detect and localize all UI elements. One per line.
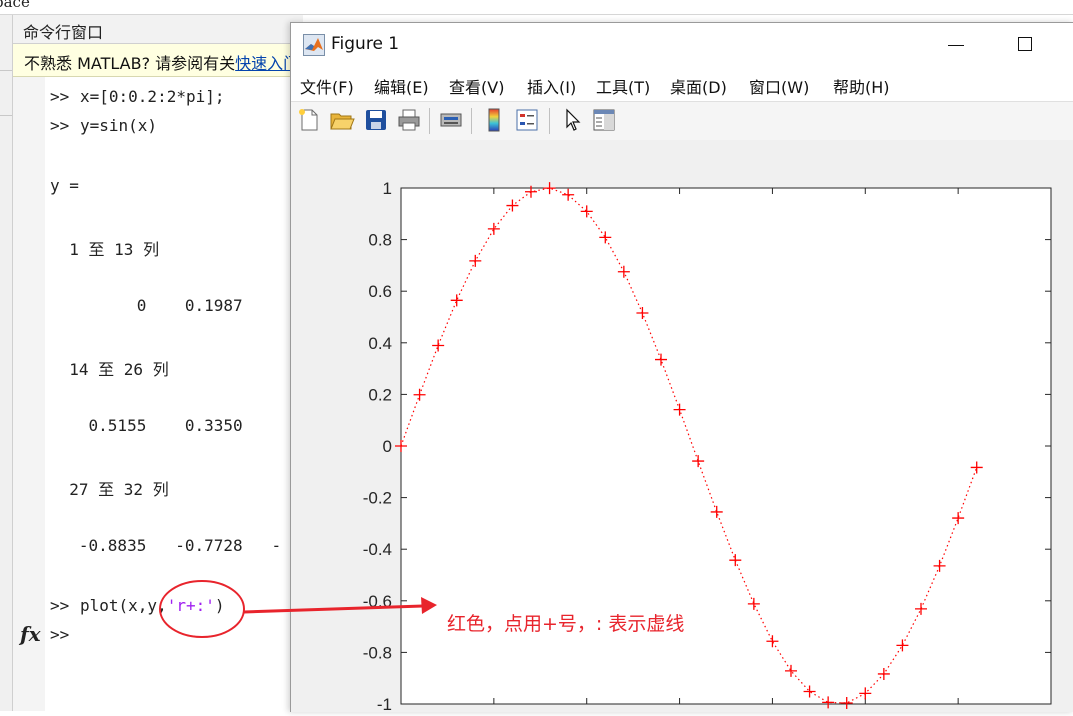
output-line: -0.8835 -0.7728 -: [50, 536, 282, 555]
line-spec-string: 'r+:': [166, 596, 215, 615]
menu-edit[interactable]: 编辑(E): [374, 74, 429, 98]
output-line: 14 至 26 列: [50, 360, 169, 379]
menu-insert[interactable]: 插入(I): [527, 74, 576, 98]
figure-title: Figure 1: [331, 34, 400, 54]
y-tick-label: 1: [383, 179, 392, 198]
menu-help[interactable]: 帮助(H): [833, 74, 890, 98]
y-tick-label: -0.2: [363, 489, 392, 508]
figure-titlebar[interactable]: Figure 1: [291, 23, 1073, 67]
workspace-label: pace: [0, 0, 30, 11]
y-tick-label: -0.4: [363, 540, 392, 559]
colorbar-icon[interactable]: [481, 107, 507, 133]
plot-command-suffix: ): [214, 596, 225, 615]
figure-toolbar: [291, 101, 1073, 141]
matlab-logo-icon: [303, 34, 325, 56]
pointer-icon[interactable]: [559, 107, 585, 133]
command-window-body[interactable]: >> x=[0:0.2:2*pi]; >> y=sin(x) y = 1 至 1…: [13, 77, 303, 711]
prompt: >>: [50, 87, 70, 106]
prompt: >>: [50, 116, 70, 135]
property-editor-icon[interactable]: [591, 107, 617, 133]
command-gutter: [13, 77, 45, 711]
open-folder-icon[interactable]: [329, 107, 355, 133]
y-tick-label: 0.2: [368, 385, 392, 404]
output-line: 1 至 13 列: [50, 240, 160, 259]
maximize-button[interactable]: [1006, 29, 1051, 61]
y-tick-label: 0.4: [368, 334, 392, 353]
command-line: x=[0:0.2:2*pi];: [80, 87, 225, 106]
y-tick-label: -0.6: [363, 592, 392, 611]
prompt[interactable]: >>: [50, 625, 69, 644]
y-tick-label: 0.8: [368, 231, 392, 250]
menu-view[interactable]: 查看(V): [449, 74, 504, 98]
function-browser-icon[interactable]: fx: [20, 622, 41, 646]
menu-window[interactable]: 窗口(W): [749, 74, 809, 98]
y-tick-label: -0.8: [363, 643, 392, 662]
y-tick-label: 0.6: [368, 282, 392, 301]
toolbar-separator: [549, 108, 550, 134]
legend-icon[interactable]: [514, 107, 540, 133]
y-tick-label: -1: [377, 695, 392, 712]
plot-command-prefix: plot(x,y,: [80, 596, 167, 615]
output-line: 0 0.1987: [50, 296, 243, 315]
notice-text: 不熟悉 MATLAB? 请参阅有关: [24, 54, 236, 73]
save-icon[interactable]: [363, 107, 389, 133]
link-plot-icon[interactable]: [438, 107, 464, 133]
prompt: >>: [50, 596, 70, 615]
command-window-title: 命令行窗口: [23, 23, 104, 42]
output-line: 27 至 32 列: [50, 480, 169, 499]
toolbar-separator: [471, 108, 472, 134]
figure-menubar: 文件(F) 编辑(E) 查看(V) 插入(I) 工具(T) 桌面(D) 窗口(W…: [291, 67, 1073, 101]
annotation-text: 红色，点用+号，: 表示虚线: [447, 613, 685, 635]
menu-tools[interactable]: 工具(T): [596, 74, 650, 98]
getting-started-notice: 不熟悉 MATLAB? 请参阅有关快速入门: [13, 44, 303, 77]
command-window-header: 命令行窗口: [13, 15, 303, 44]
y-tick-label: 0: [383, 437, 392, 456]
menu-file[interactable]: 文件(F): [300, 74, 354, 98]
minimize-button[interactable]: [936, 29, 981, 61]
command-line: y=sin(x): [80, 116, 158, 135]
output-line: y =: [50, 176, 79, 195]
left-side-panel: [0, 15, 13, 711]
toolbar-separator: [429, 108, 430, 134]
new-figure-icon[interactable]: [296, 107, 322, 133]
plot-command-line: plot(x,y,'r+:'): [80, 596, 225, 615]
menu-desktop[interactable]: 桌面(D): [670, 74, 727, 98]
output-line: 0.5155 0.3350: [50, 416, 243, 435]
workspace-strip: pace: [0, 0, 1073, 15]
print-icon[interactable]: [396, 107, 422, 133]
